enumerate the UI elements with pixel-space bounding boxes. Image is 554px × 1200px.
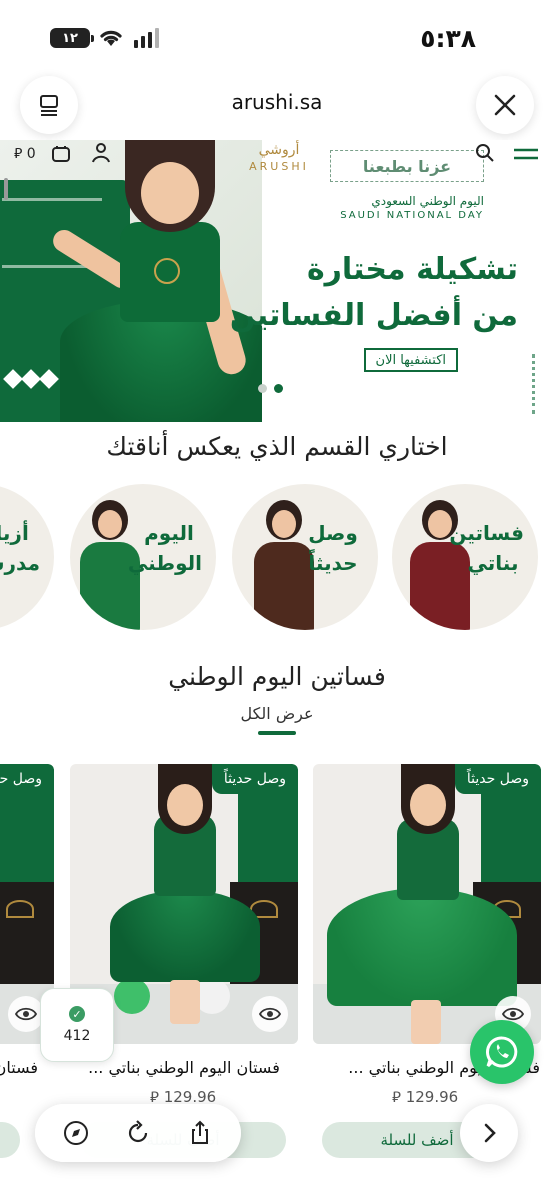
view-all-underline (258, 731, 296, 735)
currency-symbol: ⃁ (14, 146, 23, 162)
pattern-decoration (3, 369, 59, 389)
header-tagline: عزنا بطبعنا (330, 150, 484, 182)
national-day-label: اليوم الوطني السعودي (371, 194, 484, 208)
cart-amount: 0 (26, 146, 36, 162)
product-price: ⃁ 129.96 (392, 1088, 458, 1107)
logo-text-ar: أروشي (258, 142, 300, 158)
category-item[interactable]: اليوم الوطني (70, 484, 216, 630)
category-item[interactable]: أزياء مدرسية (0, 484, 54, 630)
wifi-icon (100, 30, 122, 46)
compass-button[interactable] (61, 1118, 91, 1148)
quick-view-button[interactable] (252, 996, 288, 1032)
categories-carousel[interactable]: فساتين بناتي وصل حديثاً اليوم الوطني أزي… (0, 484, 554, 634)
product-name[interactable]: فستان اليوم الوطني ... (0, 1058, 38, 1077)
views-count: 412 (63, 1028, 91, 1044)
status-bar: ١٢ ٥:٣٨ (0, 0, 554, 70)
pattern-decoration (532, 354, 552, 414)
product-card[interactable]: وصل حديثاً (313, 764, 541, 1044)
view-all-link[interactable]: عرض الكل (0, 704, 554, 723)
new-arrival-badge: وصل حديثاً (0, 764, 54, 794)
share-icon (192, 1120, 208, 1144)
whatsapp-icon (486, 1036, 518, 1068)
category-item[interactable]: وصل حديثاً (232, 484, 378, 630)
logo-text-en: ARUSHI (249, 160, 309, 173)
category-item[interactable]: فساتين بناتي (392, 484, 538, 630)
compass-icon (64, 1121, 88, 1145)
eye-icon (259, 1007, 281, 1021)
url-label[interactable]: arushi.sa (0, 90, 554, 114)
check-icon: ✓ (69, 1006, 85, 1022)
user-icon[interactable] (90, 142, 112, 164)
cart-total[interactable]: ⃁ 0 (14, 144, 36, 162)
hero-subtitle: من أفضل الفساتين (229, 298, 518, 333)
site-logo[interactable]: أروشي ARUSHI (236, 142, 322, 173)
reload-button[interactable] (123, 1118, 153, 1148)
cart-icon[interactable] (50, 142, 72, 164)
new-arrival-badge: وصل حديثاً (211, 764, 298, 794)
menu-icon[interactable] (512, 142, 540, 164)
page: ١٢ ٥:٣٨ arushi.sa اليوم الوطني السعودي S… (0, 0, 554, 1200)
add-to-cart-button[interactable] (0, 1122, 20, 1158)
share-button[interactable] (185, 1118, 215, 1148)
close-icon (494, 94, 516, 116)
cellular-signal-icon (134, 28, 159, 48)
currency-symbol: ⃁ (392, 1088, 401, 1106)
eye-icon (15, 1007, 37, 1021)
chevron-right-icon (484, 1123, 496, 1143)
quick-view-button[interactable] (8, 996, 44, 1032)
category-label: وصل حديثاً (308, 521, 358, 575)
products-title: فساتين اليوم الوطني (168, 662, 386, 691)
battery-icon: ١٢ (50, 28, 94, 48)
category-label: فساتين بناتي (449, 521, 524, 575)
carousel-dot[interactable] (258, 384, 267, 393)
carousel-dots[interactable] (258, 384, 283, 393)
price-value: 129.96 (405, 1088, 459, 1106)
status-time: ٥:٣٨ (420, 24, 476, 53)
national-day-label-en: SAUDI NATIONAL DAY (340, 210, 484, 221)
balloon-decoration (114, 978, 150, 1014)
reload-icon (128, 1120, 148, 1143)
views-counter[interactable]: ✓ 412 (40, 988, 114, 1062)
brand-logo-icon (6, 900, 34, 918)
close-button[interactable] (476, 76, 534, 134)
hero-title: تشكيلة مختارة (306, 252, 518, 287)
category-label: أزياء مدرسية (0, 521, 40, 575)
forward-button[interactable] (460, 1104, 518, 1162)
carousel-dot-active[interactable] (274, 384, 283, 393)
category-label: اليوم الوطني (127, 521, 202, 575)
categories-title: اختاري القسم الذي يعكس أناقتك (106, 432, 448, 461)
browser-toolbar (35, 1104, 241, 1162)
whatsapp-button[interactable] (470, 1020, 534, 1084)
site-header: ⃁ 0 أروشي ARUSHI عزنا بطبعنا (0, 140, 554, 186)
search-icon[interactable] (474, 142, 496, 164)
new-arrival-badge: وصل حديثاً (454, 764, 541, 794)
battery-level: ١٢ (62, 30, 78, 46)
discover-button[interactable]: اكتشفيها الان (363, 348, 458, 372)
emblem-icon (154, 258, 180, 284)
browser-top-bar: arushi.sa (0, 70, 554, 140)
